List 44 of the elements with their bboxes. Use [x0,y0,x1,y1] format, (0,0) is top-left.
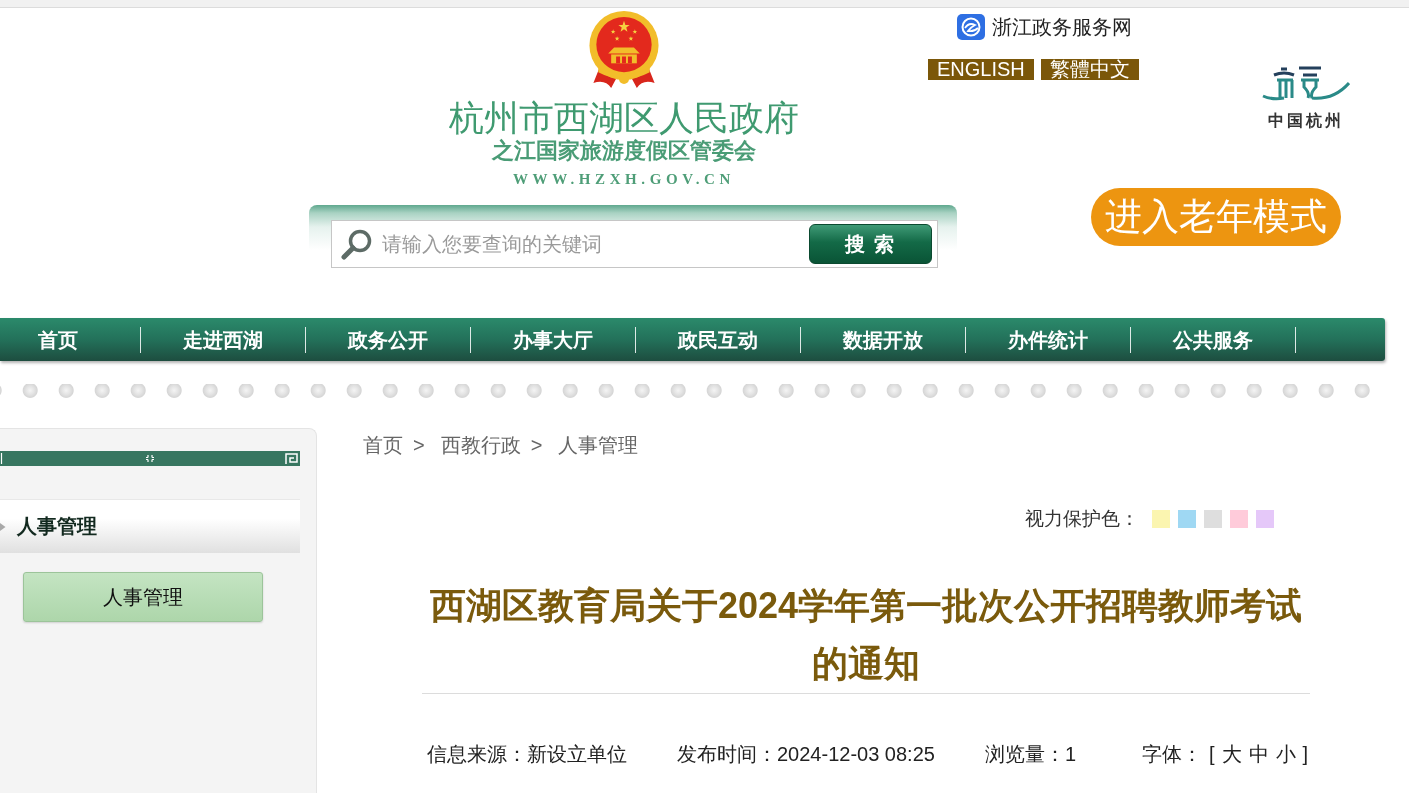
emblem-icon [586,10,662,89]
font-size-option[interactable]: 小 [1275,743,1296,765]
breadcrumb-link[interactable]: 西教行政 [440,433,521,457]
article-meta: 发布时间：2024-12-03 08:25 [677,743,936,765]
nav-link[interactable]: 政民互动 [636,326,801,353]
nav-link[interactable]: 首页 [0,326,141,353]
search-button[interactable]: 搜 索 [809,224,932,264]
font-size-bracket: [ [1209,743,1215,765]
search-icon [340,227,374,261]
swatch-icon[interactable] [1152,510,1170,528]
article-title: 西湖区教育局关于2024学年第一批次公开招聘教师考试的通知 [428,584,1304,686]
sidebar-item[interactable]: 人事管理 [23,572,263,622]
site-title: 杭州市西湖区人民政府 [449,99,799,137]
logo-caption: 中国杭州 [1268,112,1344,130]
site-url: WWW.HZXH.GOV.CN [513,171,735,188]
swatch-icon[interactable] [1256,510,1274,528]
nav-link[interactable]: 公共服务 [1131,326,1296,353]
font-size-bracket: ] [1302,743,1309,765]
article-meta: 浏览量：1 [985,743,1078,765]
breadcrumb-separator: > [530,433,543,457]
breadcrumb-separator: > [413,433,425,457]
breadcrumb-link[interactable]: 首页 [363,433,403,457]
portal-link[interactable]: 浙江政务服务网 [957,14,1132,40]
article-meta: 信息来源：新设立单位 [427,743,628,765]
site-subtitle: 之江国家旅游度假区管委会 [492,139,756,163]
nav-link[interactable]: 办事大厅 [471,326,636,353]
swatch-icon[interactable] [1204,510,1222,528]
nav-link[interactable]: 走进西湖 [141,326,306,353]
arrow-icon [0,521,6,532]
swatch-icon[interactable] [1178,510,1196,528]
nav-link[interactable]: 数据开放 [801,326,966,353]
swatch-icon[interactable] [1230,510,1248,528]
nav-link[interactable]: 政务公开 [306,326,471,353]
sidebar-heading: 人事管理 [17,514,97,539]
language-link[interactable]: 繁體中文 [1040,59,1139,80]
language-link[interactable]: ENGLISH [928,59,1034,80]
font-size-option[interactable]: 中 [1248,743,1269,765]
eye-care-label: 视力保护色： [1025,507,1139,531]
font-size-label: 字体： [1142,743,1202,765]
font-size-option[interactable]: 大 [1221,743,1242,765]
breadcrumb-link[interactable]: 人事管理 [558,433,639,457]
swirl-logo-icon [957,14,985,40]
search-field[interactable]: 请输入您要查询的关键词 搜 索 [331,220,938,268]
nav-link[interactable]: 办件统计 [966,326,1131,353]
